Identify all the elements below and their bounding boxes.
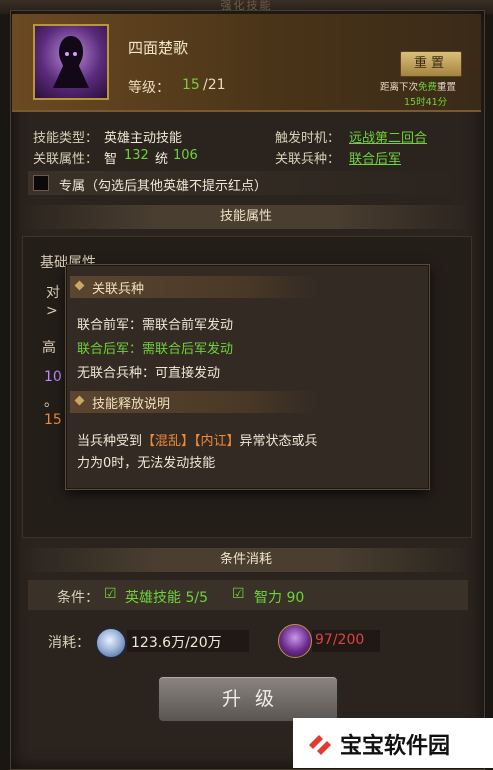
- popup-desc-line-2: 力为0时，无法发动技能: [77, 456, 216, 471]
- watermark-text: 宝宝软件园: [340, 734, 451, 759]
- popup-desc-line-1: 当兵种受到【混乱】【内讧】异常状态或兵: [77, 430, 318, 449]
- level-label: 等级：: [128, 80, 170, 96]
- exclusive-label: 专属（勾选后其他英雄不提示红点）: [59, 179, 268, 194]
- attr-lead-label: 统: [155, 152, 169, 167]
- level-current: 15: [182, 77, 200, 93]
- attr-label: 关联属性：: [33, 152, 99, 167]
- reset-timer: 15时41分: [404, 97, 448, 108]
- reset-note-suffix: 重置: [437, 82, 457, 93]
- popup-line-back: 联合后军：需联合后军发动: [77, 342, 234, 357]
- skill-attr-title: 技能属性: [219, 209, 272, 224]
- condition-hero-skill: 英雄技能 5/5: [125, 590, 208, 606]
- troop-value-link[interactable]: 联合后军: [349, 148, 401, 167]
- popup-line-none: 无联合兵种：可直接发动: [77, 366, 221, 381]
- popup-desc-suffix: 异常状态或兵: [239, 434, 318, 449]
- popup-section-troop: 关联兵种: [70, 276, 320, 298]
- upgrade-button[interactable]: 升级: [157, 675, 339, 723]
- diamond-bullet-icon: [74, 395, 85, 406]
- popup-tag-chaos: 【混乱】: [142, 434, 195, 449]
- popup-tag-strife: 【内讧】: [194, 434, 240, 449]
- bg-line-1: 对: [46, 285, 60, 301]
- skill-type-label: 技能类型：: [33, 131, 99, 146]
- reset-note-prefix: 距离下次: [380, 82, 419, 93]
- check-icon: ☑: [104, 586, 117, 602]
- trigger-value-link[interactable]: 远战第二回合: [349, 127, 427, 146]
- conditions-section-bar: 条件消耗: [22, 548, 470, 572]
- watermark-logo-icon: [309, 735, 331, 755]
- trigger-label: 触发时机：: [275, 131, 341, 146]
- silver-coin-icon: [96, 628, 126, 658]
- reset-note: 距离下次免费重置: [380, 79, 456, 93]
- attr-int-value: 132: [124, 148, 149, 163]
- bg-line-2: >: [46, 303, 58, 319]
- skill-type-value: 英雄主动技能: [104, 131, 183, 146]
- skill-attr-section-bar: 技能属性: [22, 205, 470, 229]
- silver-cost-value: 123.6万/20万: [131, 635, 222, 651]
- skill-book-icon: [278, 624, 312, 658]
- bg-high-heading: 高: [42, 340, 56, 356]
- popup-section-troop-title: 关联兵种: [92, 282, 145, 297]
- popup-desc-prefix: 当兵种受到: [77, 434, 143, 449]
- popup-section-release-title: 技能释放说明: [92, 397, 171, 412]
- level-max: /21: [203, 77, 226, 93]
- skill-name: 四面楚歌: [128, 39, 189, 57]
- diamond-bullet-icon: [74, 280, 85, 291]
- bg-num-1: 10: [44, 369, 62, 385]
- hooded-figure-icon: [53, 36, 89, 88]
- troop-label: 关联兵种：: [275, 152, 341, 167]
- popup-line-front: 联合前军：需联合前军发动: [77, 318, 234, 333]
- bg-num-2: 15: [44, 412, 62, 428]
- conditions-title: 条件消耗: [219, 552, 272, 567]
- skill-avatar-icon: [33, 24, 109, 100]
- exclusive-checkbox[interactable]: [33, 175, 49, 191]
- popup-section-release: 技能释放说明: [70, 391, 320, 413]
- attr-int-label: 智: [104, 152, 118, 167]
- reset-note-free: 免费: [418, 82, 438, 93]
- cost-label: 消耗：: [48, 635, 90, 651]
- reset-button[interactable]: 重置: [400, 51, 462, 77]
- attr-lead-value: 106: [173, 148, 198, 163]
- check-icon: ☑: [232, 586, 245, 602]
- condition-intelligence: 智力 90: [254, 590, 305, 606]
- bg-dot: 。: [44, 394, 58, 410]
- conditions-label: 条件：: [57, 590, 99, 606]
- book-cost-value: 97/200: [315, 632, 365, 648]
